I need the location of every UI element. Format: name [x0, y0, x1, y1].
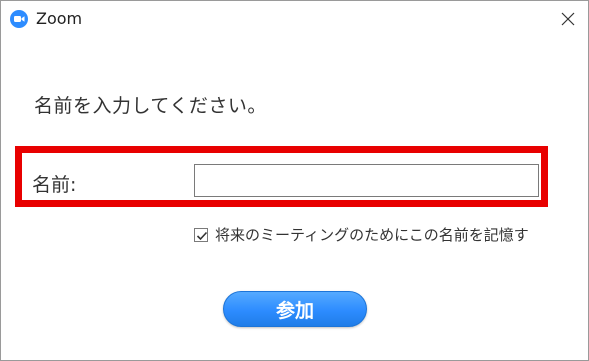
zoom-join-dialog: Zoom 名前を入力してください。 名前: 将来のミーティングのためにこの名前を…	[0, 0, 589, 361]
name-input[interactable]	[194, 164, 539, 197]
remember-name-label: 将来のミーティングのためにこの名前を記憶す	[215, 226, 529, 244]
window-title: Zoom	[36, 9, 83, 28]
close-icon	[561, 12, 575, 26]
remember-name-option[interactable]: 将来のミーティングのためにこの名前を記憶す	[194, 224, 554, 246]
name-prompt-text: 名前を入力してください。	[34, 95, 267, 117]
remember-name-checkbox[interactable]	[194, 228, 208, 242]
zoom-camera-icon	[10, 10, 28, 28]
close-button[interactable]	[552, 4, 584, 34]
checkmark-icon	[196, 231, 208, 241]
name-label: 名前:	[32, 174, 77, 196]
title-bar: Zoom	[1, 1, 588, 37]
join-button[interactable]: 参加	[223, 291, 367, 327]
